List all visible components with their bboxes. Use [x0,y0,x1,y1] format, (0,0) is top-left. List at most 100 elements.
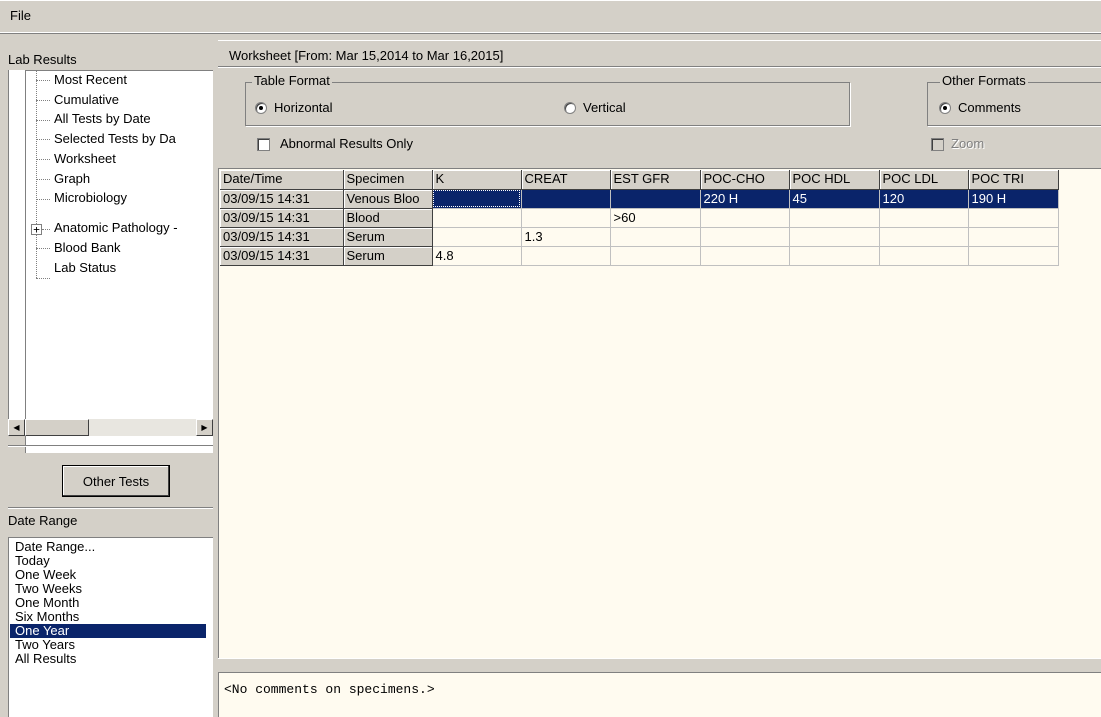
tree-connector [36,199,50,200]
column-header[interactable]: EST GFR [610,170,701,190]
date-range-option[interactable]: One Week [15,568,211,582]
table-row[interactable]: 03/09/15 14:31 Blood >60 [220,208,1059,228]
tree-horizontal-scrollbar[interactable]: ◀ ▶ [8,419,213,436]
splitter[interactable] [8,445,213,447]
abnormal-results-checkbox[interactable] [257,138,270,151]
row-specimen-cell[interactable]: Blood [343,208,433,228]
table-cell[interactable] [610,246,701,266]
table-cell[interactable] [968,246,1059,266]
table-cell[interactable] [968,227,1059,247]
tree-item-anatomic-pathology[interactable]: Anatomic Pathology - [54,220,178,235]
column-header[interactable]: Specimen [343,170,433,190]
scroll-thumb[interactable] [25,419,89,436]
table-cell[interactable]: 190 H [968,189,1059,209]
column-header[interactable]: POC TRI [968,170,1059,190]
scroll-right-icon[interactable]: ▶ [196,419,213,436]
column-header[interactable]: POC LDL [879,170,969,190]
row-date-cell[interactable]: 03/09/15 14:31 [220,227,344,247]
table-cell[interactable] [879,208,969,228]
date-range-option[interactable]: Date Range... [15,540,211,554]
table-cell[interactable] [879,246,969,266]
table-row[interactable]: 03/09/15 14:31 Serum 4.8 [220,246,1059,266]
results-grid[interactable]: Date/Time Specimen K CREAT EST GFR POC-C… [218,168,1101,658]
column-header[interactable]: Date/Time [220,170,344,190]
row-date-cell[interactable]: 03/09/15 14:31 [220,208,344,228]
comments-panel[interactable]: <No comments on specimens.> [218,672,1101,717]
table-cell[interactable] [879,227,969,247]
date-range-list[interactable]: Date Range... Today One Week Two Weeks O… [8,537,213,717]
zoom-label: Zoom [951,136,985,151]
table-cell[interactable] [521,246,611,266]
date-range-option[interactable]: Today [15,554,211,568]
table-cell[interactable] [521,189,611,209]
date-range-option[interactable]: Six Months [15,610,211,624]
tree-item-worksheet[interactable]: Worksheet [54,151,116,166]
date-range-option[interactable]: Two Weeks [15,582,211,596]
table-cell[interactable] [789,227,880,247]
tree-item-lab-status[interactable]: Lab Status [54,260,116,275]
table-row[interactable]: 03/09/15 14:31 Serum 1.3 [220,227,1059,247]
column-header[interactable]: CREAT [521,170,611,190]
comments-text: <No comments on specimens.> [224,682,435,697]
tree-connector [42,229,50,230]
date-range-option[interactable]: Two Years [15,638,211,652]
table-cell[interactable] [432,227,522,247]
row-specimen-cell[interactable]: Serum [343,227,433,247]
vertical-radio-label[interactable]: Vertical [583,100,626,115]
column-header[interactable]: POC-CHO [700,170,790,190]
table-cell[interactable] [610,189,701,209]
vertical-radio[interactable] [564,102,576,114]
table-cell[interactable] [700,227,790,247]
date-range-title: Date Range [8,513,78,528]
tree-item-graph[interactable]: Graph [54,171,90,186]
tree-item-microbiology[interactable]: Microbiology [54,190,127,205]
table-cell[interactable] [968,208,1059,228]
table-cell[interactable] [789,208,880,228]
tree-connector [36,139,50,140]
table-cell[interactable] [521,208,611,228]
table-cell[interactable]: 4.8 [432,246,522,266]
lab-results-tree[interactable]: Most Recent Cumulative All Tests by Date… [25,70,213,453]
table-cell[interactable] [789,246,880,266]
horizontal-radio-label[interactable]: Horizontal [274,100,333,115]
tree-item-all-tests-by-date[interactable]: All Tests by Date [54,111,151,126]
comments-splitter[interactable] [218,658,1101,672]
row-specimen-cell[interactable]: Serum [343,246,433,266]
row-date-cell[interactable]: 03/09/15 14:31 [220,246,344,266]
tree-item-cumulative[interactable]: Cumulative [54,92,119,107]
table-cell[interactable]: 220 H [700,189,790,209]
table-cell[interactable]: 1.3 [521,227,611,247]
table-cell[interactable]: 45 [789,189,880,209]
table-cell[interactable]: >60 [610,208,701,228]
date-range-option-selected[interactable]: One Year [10,624,206,638]
row-specimen-cell[interactable]: Venous Bloo [343,189,433,209]
abnormal-results-label[interactable]: Abnormal Results Only [280,136,413,151]
column-header[interactable]: K [432,170,522,190]
table-cell[interactable] [610,227,701,247]
table-cell[interactable] [700,246,790,266]
date-range-option[interactable]: All Results [15,652,211,666]
table-cell[interactable] [700,208,790,228]
column-header[interactable]: POC HDL [789,170,880,190]
date-range-option[interactable]: One Month [15,596,211,610]
table-row[interactable]: 03/09/15 14:31 Venous Bloo 220 H 45 120 … [220,189,1059,209]
table-cell[interactable]: 120 [879,189,969,209]
horizontal-radio[interactable] [255,102,267,114]
results-table[interactable]: Date/Time Specimen K CREAT EST GFR POC-C… [220,170,1059,266]
zoom-checkbox[interactable] [931,138,944,151]
table-header-row: Date/Time Specimen K CREAT EST GFR POC-C… [220,170,1059,190]
comments-radio-label[interactable]: Comments [958,100,1021,115]
tree-connector [36,278,50,279]
row-date-cell[interactable]: 03/09/15 14:31 [220,189,344,209]
tree-item-most-recent[interactable]: Most Recent [54,72,127,87]
expand-plus-icon[interactable]: + [31,224,42,235]
tree-item-blood-bank[interactable]: Blood Bank [54,240,121,255]
tree-item-selected-tests[interactable]: Selected Tests by Da [54,131,176,146]
other-tests-button[interactable]: Other Tests [62,465,170,497]
menu-file[interactable]: File [10,8,31,23]
scroll-left-icon[interactable]: ◀ [8,419,25,436]
tree-margin [8,70,25,419]
table-cell[interactable] [432,189,522,209]
table-cell[interactable] [432,208,522,228]
comments-radio[interactable] [939,102,951,114]
